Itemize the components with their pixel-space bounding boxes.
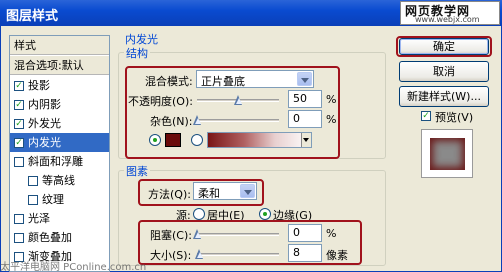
- ok-button[interactable]: 确定: [399, 38, 489, 55]
- opacity-label: 不透明度(O):: [128, 95, 193, 108]
- noise-unit: %: [326, 113, 337, 126]
- sidebar-item[interactable]: ✓ 外发光: [10, 114, 109, 133]
- noise-label: 杂色(N):: [150, 115, 193, 128]
- size-input[interactable]: 8: [288, 244, 322, 262]
- gradient-picker[interactable]: [207, 132, 312, 148]
- preview-checkbox[interactable]: ✓: [421, 111, 431, 121]
- choke-slider-track[interactable]: [197, 233, 279, 236]
- window-title: 图层样式: [6, 9, 59, 24]
- size-unit: 像素: [326, 249, 348, 262]
- blend-mode-label: 混合模式:: [145, 75, 193, 88]
- noise-input[interactable]: 0: [288, 110, 322, 128]
- choke-input[interactable]: 0: [288, 224, 322, 242]
- styles-header-label: 样式: [14, 39, 36, 52]
- gradient-radio[interactable]: [191, 134, 203, 146]
- sidebar-item-checkbox[interactable]: ✓: [14, 100, 24, 110]
- sidebar-item-checkbox[interactable]: [14, 233, 24, 243]
- sidebar-item[interactable]: 光泽: [10, 209, 109, 228]
- sidebar-item[interactable]: 等高线: [10, 171, 109, 190]
- sidebar-item-label: 内阴影: [28, 98, 61, 111]
- blend-mode-value: 正片叠底: [201, 75, 245, 88]
- sidebar-item[interactable]: ✓ 内发光: [10, 133, 109, 152]
- choke-label: 阻塞(C):: [150, 229, 192, 242]
- blend-options-label: 混合选项:默认: [14, 59, 84, 72]
- noise-slider-track[interactable]: [197, 119, 279, 122]
- solid-color-radio[interactable]: [149, 134, 161, 146]
- title-bar[interactable]: 图层样式 网页教学网 www.webjx.com: [0, 0, 502, 26]
- sidebar-item-checkbox[interactable]: ✓: [14, 119, 24, 129]
- sidebar-item-label: 内发光: [28, 136, 61, 149]
- sidebar-item-label: 外发光: [28, 117, 61, 130]
- size-label: 大小(S):: [150, 249, 192, 262]
- cancel-button[interactable]: 取消: [399, 61, 489, 82]
- opacity-input[interactable]: 50: [288, 90, 322, 108]
- opacity-slider-thumb[interactable]: [234, 95, 243, 105]
- sidebar-item[interactable]: 斜面和浮雕: [10, 152, 109, 171]
- sidebar-item-label: 颜色叠加: [28, 231, 72, 244]
- choke-slider-thumb[interactable]: [193, 229, 202, 239]
- sidebar-item[interactable]: ✓ 投影: [10, 76, 109, 95]
- styles-list: 样式 混合选项:默认 ✓ 投影 ✓ 内阴影 ✓ 外发光 ✓ 内发光斜面和浮雕等高线纹理光泽颜色…: [9, 35, 110, 272]
- sidebar-item-label: 投影: [28, 79, 50, 92]
- sidebar-item-label: 纹理: [42, 193, 64, 206]
- sidebar-item-label: 等高线: [42, 174, 75, 187]
- sidebar-item-checkbox[interactable]: [28, 176, 38, 186]
- choke-unit: %: [326, 227, 337, 240]
- source-edge-radio[interactable]: [259, 208, 271, 220]
- preview-swatch: [430, 138, 465, 170]
- method-label: 方法(Q):: [148, 188, 191, 201]
- chevron-down-icon[interactable]: [240, 184, 255, 198]
- size-slider-thumb[interactable]: [195, 249, 204, 259]
- sidebar-item[interactable]: 颜色叠加: [10, 228, 109, 247]
- source-center-radio[interactable]: [193, 208, 205, 220]
- opacity-unit: %: [326, 93, 337, 106]
- watermark-line2: www.webjx.com: [415, 15, 480, 24]
- sidebar-item-checkbox[interactable]: [14, 157, 24, 167]
- sidebar-item[interactable]: ✓ 内阴影: [10, 95, 109, 114]
- styles-header[interactable]: 样式: [10, 36, 109, 55]
- style-preview: [421, 129, 473, 178]
- new-style-button[interactable]: 新建样式(W)...: [399, 86, 489, 107]
- blend-mode-select[interactable]: 正片叠底: [196, 70, 314, 88]
- method-value: 柔和: [198, 187, 220, 200]
- structure-title: 结构: [124, 45, 150, 61]
- chevron-down-icon[interactable]: [297, 72, 312, 86]
- method-select[interactable]: 柔和: [193, 182, 257, 200]
- sidebar-item-label: 光泽: [28, 212, 50, 225]
- blend-options-item[interactable]: 混合选项:默认: [10, 56, 109, 75]
- preview-label[interactable]: 预览(V): [435, 109, 473, 125]
- size-slider-track[interactable]: [197, 253, 279, 256]
- glow-color-swatch[interactable]: [165, 133, 181, 147]
- footer-watermark: 太平洋电脑网 PConline.com.cn: [0, 262, 147, 272]
- sidebar-item-checkbox[interactable]: ✓: [14, 138, 24, 148]
- watermark-logo: 网页教学网 www.webjx.com: [400, 1, 500, 25]
- sidebar-item-label: 斜面和浮雕: [28, 155, 83, 168]
- gradient-dropdown-icon[interactable]: [301, 133, 311, 147]
- sidebar-item-checkbox[interactable]: [14, 214, 24, 224]
- elements-title: 图素: [124, 163, 150, 179]
- sidebar-item[interactable]: 纹理: [10, 190, 109, 209]
- noise-slider-thumb[interactable]: [193, 115, 202, 125]
- sidebar-item-checkbox[interactable]: ✓: [14, 81, 24, 91]
- sidebar-item-checkbox[interactable]: [28, 195, 38, 205]
